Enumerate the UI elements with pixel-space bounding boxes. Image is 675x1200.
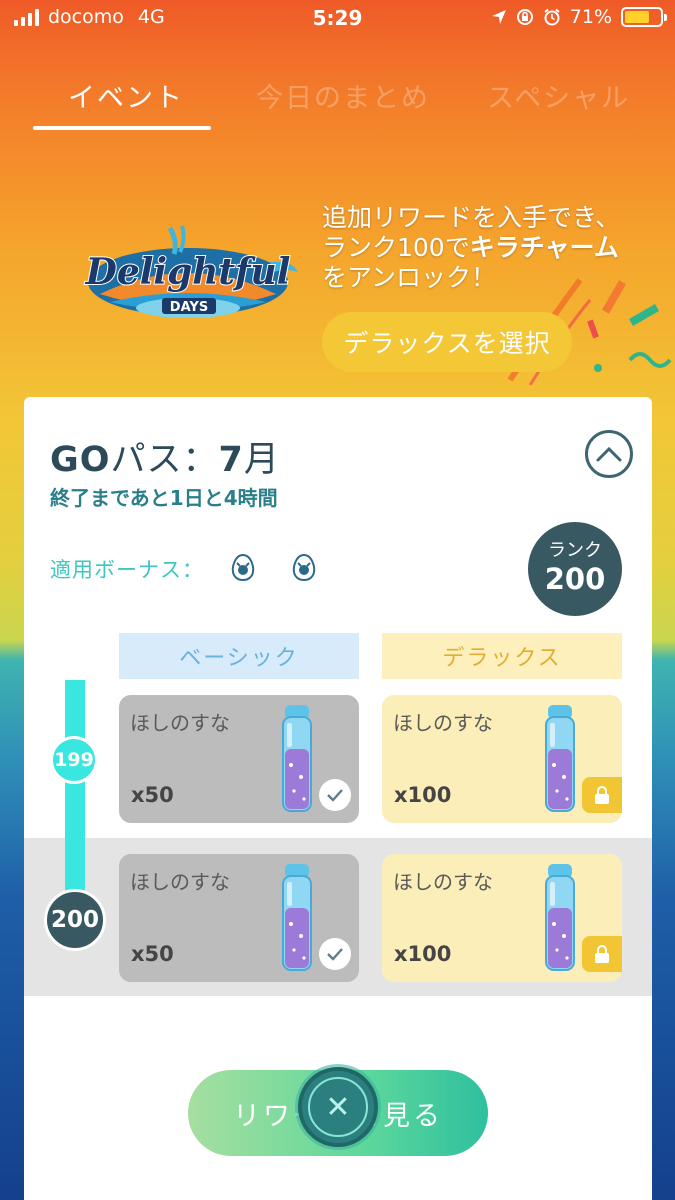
column-header-deluxe: デラックス: [382, 633, 622, 679]
reward-item-basic-200[interactable]: ほしのすな x50: [119, 854, 359, 982]
page-title: GOパス：7月: [50, 440, 280, 480]
location-arrow-icon: [491, 10, 506, 24]
claimed-check-icon: [319, 938, 351, 970]
tab-special[interactable]: スペシャル: [487, 76, 630, 115]
rank-marker-200: 200: [44, 889, 106, 951]
reward-item-deluxe-199[interactable]: ほしのすな x100: [382, 695, 622, 823]
delightful-days-logo: Delightful DAYS: [70, 222, 305, 327]
stardust-vial-icon: [545, 864, 575, 971]
rank-progress-track: [65, 680, 85, 912]
chevron-up-icon: [596, 446, 622, 462]
reward-item-deluxe-200[interactable]: ほしのすな x100: [382, 854, 622, 982]
lock-icon: [582, 777, 622, 813]
close-button[interactable]: ✕: [298, 1067, 378, 1147]
egg-bonus-icon: [292, 553, 316, 581]
tab-today-summary[interactable]: 今日のまとめ: [256, 76, 430, 115]
stardust-vial-icon: [545, 705, 575, 812]
status-bar: docomo 4G 5:29 71%: [0, 0, 675, 40]
alarm-clock-icon: [544, 8, 560, 26]
collapse-button[interactable]: [585, 430, 633, 478]
svg-text:Delightful: Delightful: [85, 251, 291, 293]
claimed-check-icon: [319, 779, 351, 811]
go-pass-card: GOパス：7月 終了まであと1日と4時間 適用ボーナス： ランク 200 ベーシ…: [24, 397, 652, 1200]
svg-text:DAYS: DAYS: [170, 300, 208, 315]
tab-bar: イベント 今日のまとめ スペシャル: [0, 68, 675, 130]
close-icon: ✕: [308, 1077, 368, 1137]
reward-item-basic-199[interactable]: ほしのすな x50: [119, 695, 359, 823]
stardust-vial-icon: [282, 705, 312, 812]
egg-bonus-icon: [231, 553, 255, 581]
time-remaining: 終了まであと1日と4時間: [50, 486, 278, 510]
rank-marker-199: 199: [50, 736, 98, 784]
lock-icon: [582, 936, 622, 972]
stardust-vial-icon: [282, 864, 312, 971]
battery-icon: [621, 7, 667, 27]
battery-percent: 71%: [569, 6, 612, 28]
active-tab-indicator: [33, 126, 211, 130]
tab-event[interactable]: イベント: [68, 76, 184, 115]
select-deluxe-button[interactable]: デラックスを選択: [322, 312, 572, 372]
rank-badge: ランク 200: [528, 522, 622, 616]
bonus-label: 適用ボーナス：: [50, 558, 204, 582]
column-header-basic: ベーシック: [119, 633, 359, 679]
rotation-lock-icon: [516, 9, 533, 25]
